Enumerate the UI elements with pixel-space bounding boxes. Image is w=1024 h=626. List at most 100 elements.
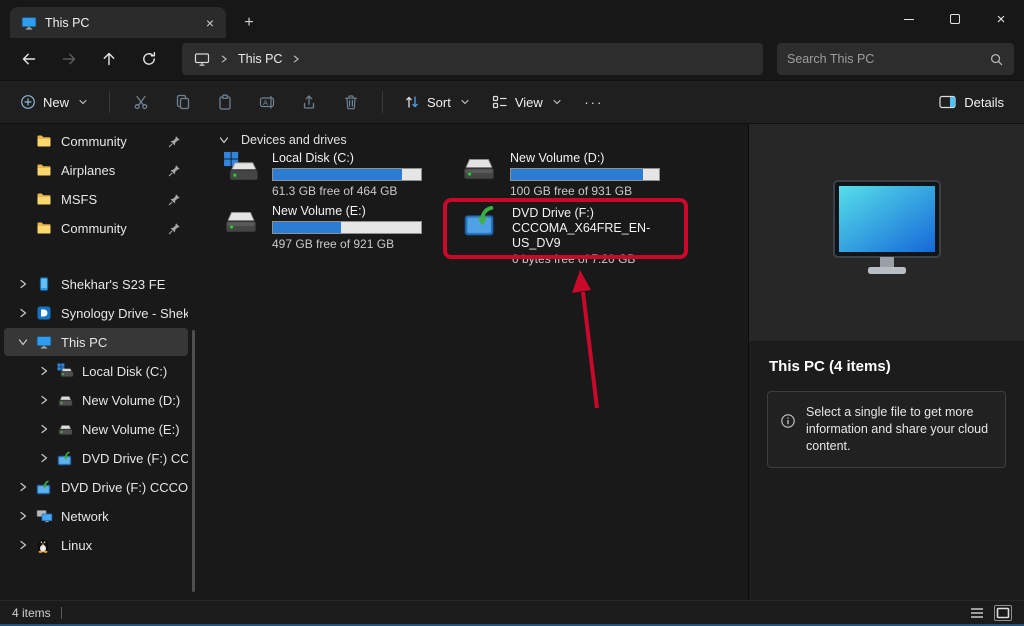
drive-tile-new-volume-d[interactable]: New Volume (D:)100 GB free of 931 GB: [460, 151, 692, 199]
details-pane-button[interactable]: Details: [929, 86, 1014, 118]
navigation-bar: This PC: [0, 38, 1024, 80]
sidebar-item-label: Shekhar's S23 FE: [61, 277, 188, 292]
up-button[interactable]: [90, 43, 128, 75]
new-button[interactable]: New: [10, 86, 98, 118]
tab-label: This PC: [45, 16, 89, 30]
info-text: Select a single file to get more informa…: [806, 404, 992, 455]
ellipsis-icon: ···: [584, 95, 603, 110]
network-icon: [36, 509, 57, 524]
sidebar-item-airplanes[interactable]: Airplanes: [4, 156, 188, 184]
chevron-right-icon[interactable]: [14, 481, 32, 493]
search-input[interactable]: [787, 52, 989, 66]
sidebar-item-dvd-drive-f-cccoma-x64[interactable]: DVD Drive (F:) CCCOMA_X64: [4, 473, 188, 501]
capacity-bar-fill: [273, 169, 402, 180]
toolbar-divider: [382, 91, 383, 113]
delete-button[interactable]: [331, 86, 371, 118]
plus-circle-icon: [20, 94, 36, 110]
sidebar-item-label: Network: [61, 509, 188, 524]
free-space-label: 0 bytes free of 7.20 GB: [512, 252, 694, 267]
chevron-right-icon[interactable]: [35, 394, 53, 406]
sidebar-list: Community Airplanes MSFS Community Shekhar's…: [0, 127, 210, 559]
toolbar-divider: [109, 91, 110, 113]
cut-button[interactable]: [121, 86, 161, 118]
sort-button[interactable]: Sort: [394, 86, 480, 118]
drive-info: DVD Drive (F:)CCCOMA_X64FRE_EN-US_DV90 b…: [512, 206, 694, 267]
sidebar-item-msfs[interactable]: MSFS: [4, 185, 188, 213]
sidebar-item-shekhar-s-s23-fe[interactable]: Shekhar's S23 FE: [4, 270, 188, 298]
address-bar[interactable]: This PC: [182, 43, 763, 75]
sidebar-item-local-disk-c[interactable]: Local Disk (C:): [4, 357, 188, 385]
new-tab-button[interactable]: +: [234, 9, 264, 37]
sidebar-item-community[interactable]: Community: [4, 214, 188, 242]
pin-icon: [168, 164, 188, 177]
refresh-button[interactable]: [130, 43, 168, 75]
sidebar-item-community[interactable]: Community: [4, 127, 188, 155]
sidebar-item-label: MSFS: [61, 192, 164, 207]
sidebar-item-new-volume-e[interactable]: New Volume (E:): [4, 415, 188, 443]
rename-button[interactable]: A: [247, 86, 287, 118]
sidebar-item-new-volume-d[interactable]: New Volume (D:): [4, 386, 188, 414]
dvd-icon: [36, 480, 57, 495]
chevron-right-icon[interactable]: [35, 452, 53, 464]
drive-icon: [57, 393, 78, 408]
sidebar-item-linux[interactable]: Linux: [4, 531, 188, 559]
folder-icon: [36, 133, 57, 149]
chevron-down-icon[interactable]: [14, 336, 32, 348]
sort-button-label: Sort: [427, 95, 451, 110]
chevron-right-icon[interactable]: [14, 510, 32, 522]
search-box[interactable]: [777, 43, 1014, 75]
info-box: Select a single file to get more informa…: [767, 391, 1006, 468]
pc-icon: [36, 334, 57, 350]
window-controls: ×: [886, 0, 1024, 38]
sidebar-item-dvd-drive-f-cccoma-x6[interactable]: DVD Drive (F:) CCCOMA_X6: [4, 444, 188, 472]
chevron-right-icon[interactable]: [35, 423, 53, 435]
chevron-right-icon[interactable]: [14, 539, 32, 551]
share-button[interactable]: [289, 86, 329, 118]
back-button[interactable]: [10, 43, 48, 75]
drive-tile-local-disk-c[interactable]: Local Disk (C:)61.3 GB free of 464 GB: [222, 151, 454, 199]
drive-tile-dvd-drive-f[interactable]: DVD Drive (F:)CCCOMA_X64FRE_EN-US_DV90 b…: [462, 206, 694, 267]
sidebar-item-label: Synology Drive - Shekhar-NA: [61, 306, 188, 321]
details-view-icon[interactable]: [968, 605, 986, 621]
pc-outline-icon: [194, 51, 210, 67]
sidebar-item-network[interactable]: Network: [4, 502, 188, 530]
this-pc-icon: [21, 15, 37, 31]
tab-this-pc[interactable]: This PC ×: [10, 7, 226, 38]
sidebar-item-label: Community: [61, 134, 164, 149]
sidebar-item-synology-drive-shekhar-na[interactable]: Synology Drive - Shekhar-NA: [4, 299, 188, 327]
minimize-icon: [904, 19, 914, 20]
minimize-button[interactable]: [886, 0, 932, 38]
chevron-down-icon: [78, 97, 88, 107]
titlebar: This PC × + ×: [0, 0, 1024, 38]
forward-button[interactable]: [50, 43, 88, 75]
phone-icon: [36, 276, 57, 292]
sidebar-scrollbar[interactable]: [192, 330, 195, 592]
maximize-button[interactable]: [932, 0, 978, 38]
system-drive-icon: [222, 151, 262, 183]
chevron-right-icon[interactable]: [35, 365, 53, 377]
drive-tile-new-volume-e[interactable]: New Volume (E:)497 GB free of 921 GB: [222, 204, 454, 252]
chevron-right-icon[interactable]: [14, 278, 32, 290]
drive-name: New Volume (E:): [272, 204, 422, 219]
chevron-down-icon: [460, 97, 470, 107]
drive-icon: [460, 151, 500, 183]
chevron-right-icon[interactable]: [14, 307, 32, 319]
navigation-pane: Community Airplanes MSFS Community Shekhar's…: [0, 124, 210, 600]
sidebar-item-this-pc[interactable]: This PC: [4, 328, 188, 356]
details-button-label: Details: [964, 95, 1004, 110]
tab-close-icon[interactable]: ×: [200, 13, 220, 33]
drive-icon: [57, 422, 78, 437]
statusbar-divider: [61, 607, 62, 619]
large-icons-view-icon[interactable]: [994, 605, 1012, 621]
copy-button[interactable]: [163, 86, 203, 118]
chevron-down-icon: [215, 134, 233, 146]
group-header-devices-and-drives[interactable]: Devices and drives: [215, 133, 347, 147]
breadcrumb-this-pc[interactable]: This PC: [238, 52, 282, 66]
more-options-button[interactable]: ···: [574, 86, 614, 118]
paste-button[interactable]: [205, 86, 245, 118]
close-button[interactable]: ×: [978, 0, 1024, 38]
this-pc-monitor-icon: [812, 177, 962, 289]
statusbar-view-toggles: [968, 605, 1012, 621]
view-button[interactable]: View: [482, 86, 572, 118]
drive-name: New Volume (D:): [510, 151, 660, 166]
